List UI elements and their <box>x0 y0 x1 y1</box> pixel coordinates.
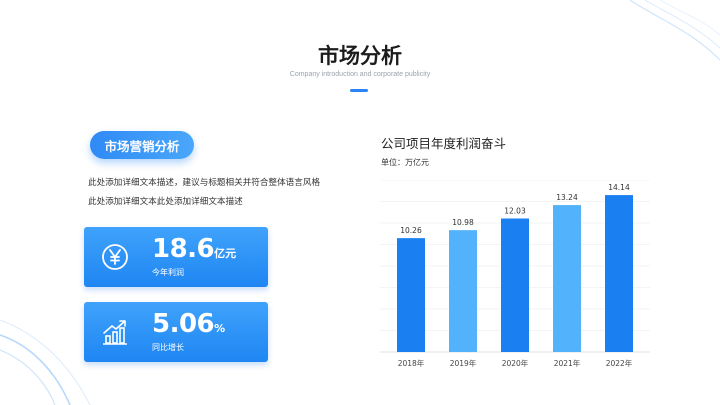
bar-value-label: 10.98 <box>452 218 474 227</box>
bar <box>449 230 477 352</box>
stat-label: 今年利润 <box>152 268 184 277</box>
bar-value-label: 13.24 <box>556 193 578 202</box>
description-text: 此处添加详细文本描述，建议与标题相关并符合整体语言风格此处添加详细文本此处添加详… <box>88 178 321 207</box>
page-subtitle: Company introduction and corporate publi… <box>289 71 431 78</box>
title-underline <box>350 89 368 92</box>
growth-chart-icon <box>103 320 127 345</box>
bar-value-label: 12.03 <box>504 207 526 216</box>
chart-unit-label: 单位：万亿元 <box>381 158 429 167</box>
stat-unit: % <box>214 322 226 335</box>
bar <box>397 238 425 352</box>
bar-value-label: 14.14 <box>608 183 630 192</box>
stat-number: 5.06 <box>152 309 215 339</box>
bar <box>605 195 633 352</box>
x-tick-label: 2018年 <box>398 358 425 368</box>
x-tick-label: 2021年 <box>554 358 581 368</box>
bar <box>553 205 581 352</box>
bar <box>501 218 529 352</box>
stat-number: 18.6 <box>152 234 215 264</box>
growth-stat-card: 5.06% 同比增长 <box>84 302 268 362</box>
page-title: 市场分析 <box>318 44 402 68</box>
bar-value-label: 10.26 <box>400 226 422 235</box>
stat-label: 同比增长 <box>152 343 184 352</box>
x-tick-label: 2020年 <box>502 358 529 368</box>
chart-title: 公司项目年度利润奋斗 <box>381 136 507 151</box>
stat-value: 18.6亿元 <box>152 234 236 264</box>
x-tick-label: 2022年 <box>606 358 633 368</box>
stat-unit: 亿元 <box>214 247 237 260</box>
stat-value: 5.06% <box>152 309 225 339</box>
section-label-pill: 市场营销分析 <box>90 131 194 159</box>
bar-chart: 10.26 2018年 10.98 2019年 12.03 2020年 13.24 2021年… <box>380 180 650 368</box>
x-tick-label: 2019年 <box>450 358 477 368</box>
yen-icon <box>102 244 128 270</box>
profit-stat-card: 18.6亿元 今年利润 <box>84 227 268 287</box>
